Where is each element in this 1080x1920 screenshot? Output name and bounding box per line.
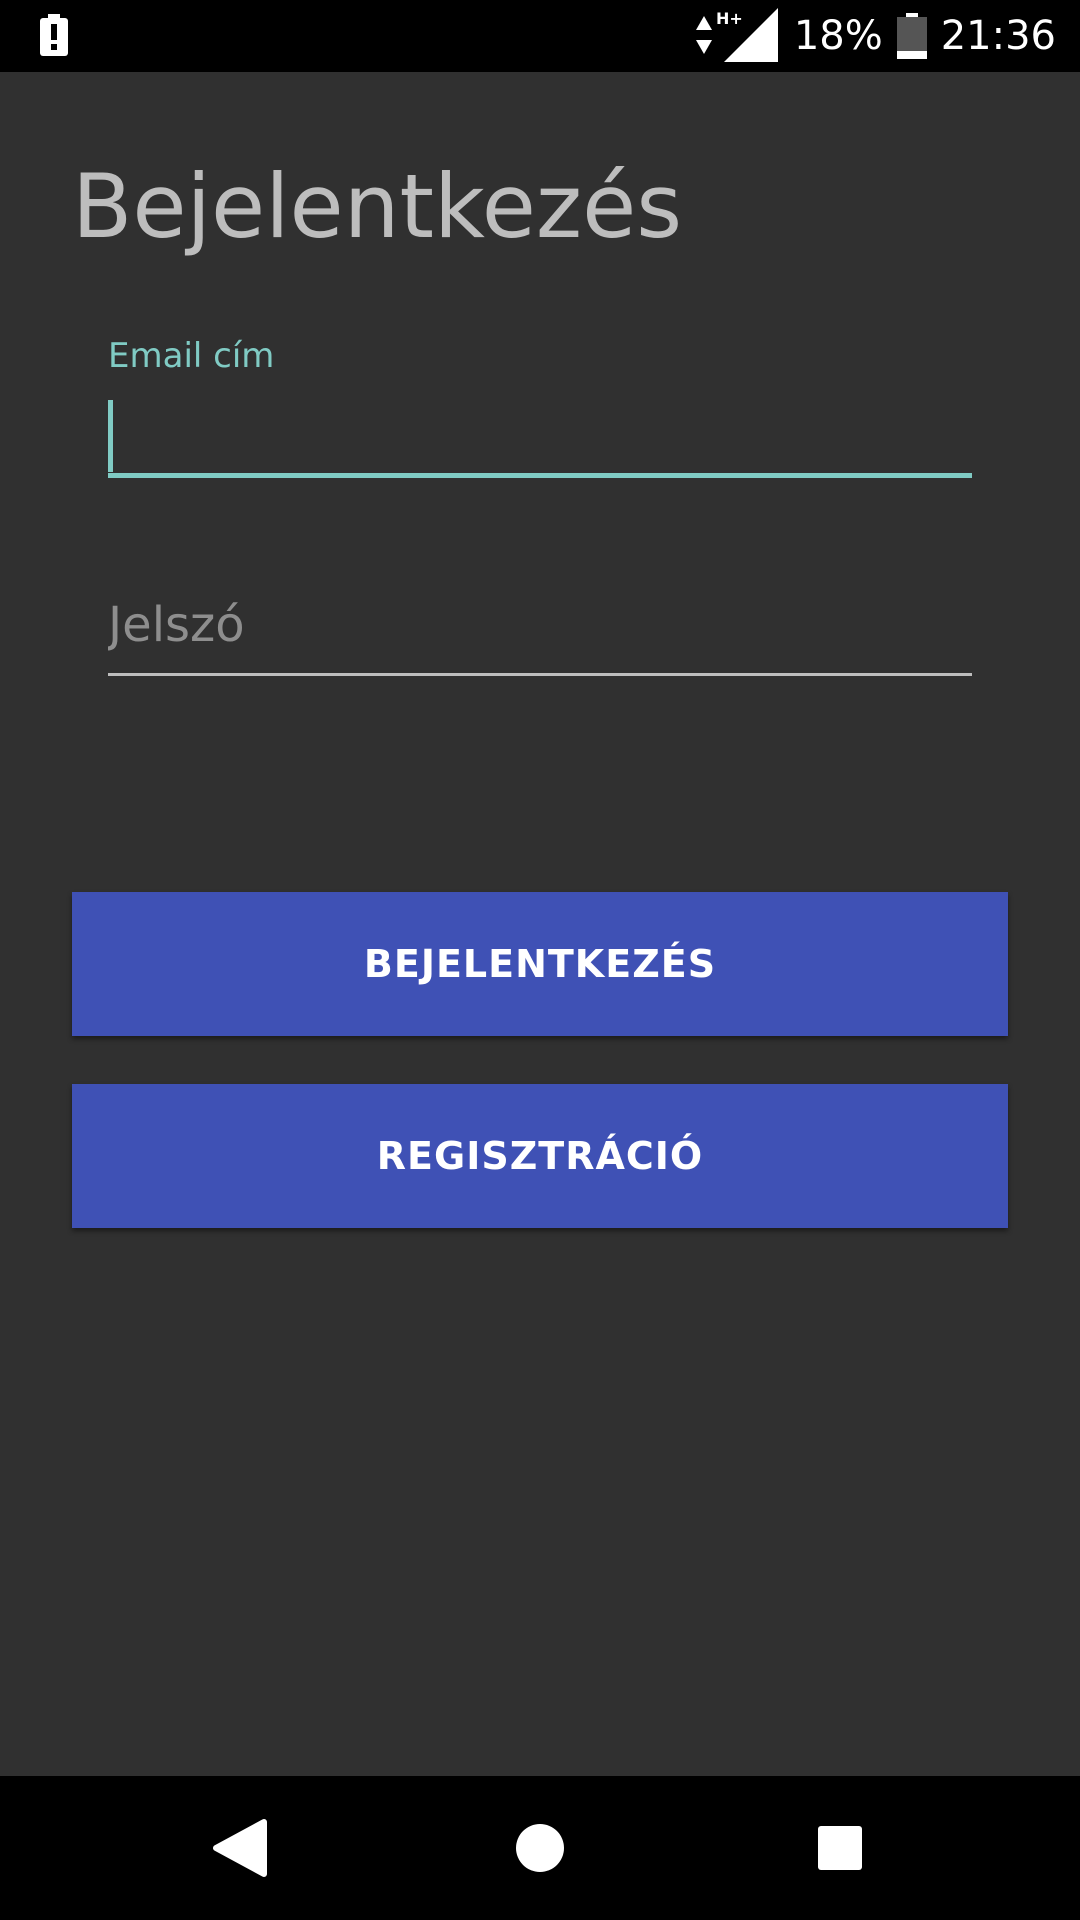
network-type: H+	[716, 9, 743, 28]
password-field[interactable]	[108, 584, 972, 676]
text-cursor	[108, 400, 113, 472]
battery-percent: 18%	[793, 13, 883, 59]
email-field[interactable]	[108, 392, 972, 478]
home-button[interactable]	[468, 1776, 612, 1920]
battery-icon	[896, 13, 927, 59]
home-icon	[516, 1824, 564, 1872]
cell-signal-icon: H+	[695, 8, 778, 62]
recents-button[interactable]	[768, 1776, 912, 1920]
email-label: Email cím	[108, 336, 275, 376]
page-title: Bejelentkezés	[72, 155, 683, 258]
register-button[interactable]: REGISZTRÁCIÓ	[72, 1084, 1008, 1228]
battery-alert-icon	[40, 14, 68, 56]
clock: 21:36	[940, 13, 1056, 59]
status-right: H+ 18% 21:36	[694, 0, 1056, 72]
back-icon	[213, 1819, 267, 1877]
status-bar: H+ 18% 21:36	[0, 0, 1080, 72]
navigation-bar	[0, 1776, 1080, 1920]
back-button[interactable]	[168, 1776, 312, 1920]
login-button[interactable]: BEJELENTKEZÉS	[72, 892, 1008, 1036]
recents-icon	[818, 1826, 862, 1870]
